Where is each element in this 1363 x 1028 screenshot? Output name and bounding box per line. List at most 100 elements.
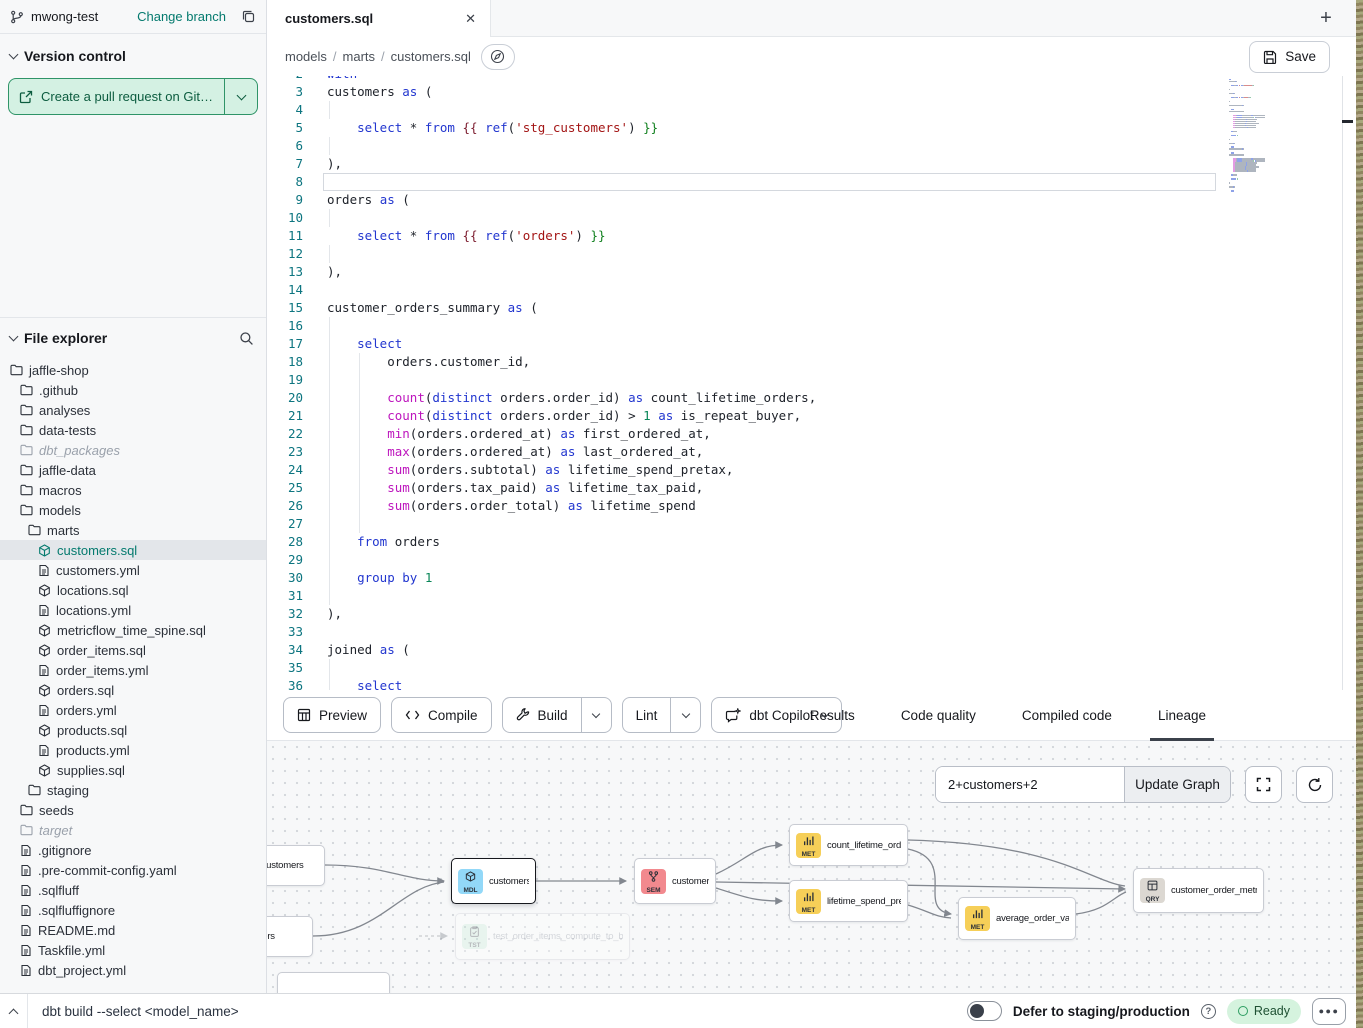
- tree-item-readme-md[interactable]: README.md: [0, 920, 266, 940]
- tab-code-quality[interactable]: Code quality: [901, 690, 976, 741]
- code-line-24[interactable]: 24 sum(orders.subtotal) as lifetime_spen…: [267, 461, 1356, 479]
- code-line-35[interactable]: 35: [267, 659, 1356, 677]
- tree-item--gitignore[interactable]: .gitignore: [0, 840, 266, 860]
- tree-item-models[interactable]: models: [0, 500, 266, 520]
- lineage-filter-input[interactable]: [936, 767, 1124, 802]
- create-pr-dropdown[interactable]: [224, 79, 257, 114]
- lineage-node-count-lifetime-orders[interactable]: METcount_lifetime_orders: [789, 824, 908, 866]
- defer-toggle[interactable]: [967, 1001, 1002, 1021]
- lineage-node-orders[interactable]: orders: [267, 916, 313, 957]
- tree-item-data-tests[interactable]: data-tests: [0, 420, 266, 440]
- build-button[interactable]: Build: [502, 697, 612, 733]
- lineage-panel[interactable]: stg_customersorders MDLcustomers TSTtest_o…: [267, 741, 1356, 993]
- file-search-button[interactable]: [239, 331, 254, 346]
- tree-item-jaffle-shop[interactable]: jaffle-shop: [0, 360, 266, 380]
- code-line-32[interactable]: 32),: [267, 605, 1356, 623]
- tree-item-locations-sql[interactable]: locations.sql: [0, 580, 266, 600]
- code-line-6[interactable]: 6: [267, 137, 1356, 155]
- tree-item--github[interactable]: .github: [0, 380, 266, 400]
- tree-item-orders-yml[interactable]: orders.yml: [0, 700, 266, 720]
- create-pr-main[interactable]: Create a pull request on Git…: [9, 79, 224, 114]
- lineage-node-customer-order-metrics[interactable]: QRYcustomer_order_metrics: [1133, 868, 1264, 913]
- code-line-30[interactable]: 30 group by 1: [267, 569, 1356, 587]
- close-icon[interactable]: ✕: [465, 11, 476, 27]
- scrollbar-marker[interactable]: [1342, 120, 1353, 123]
- tree-item-orders-sql[interactable]: orders.sql: [0, 680, 266, 700]
- code-line-3[interactable]: 3customers as (: [267, 83, 1356, 101]
- lineage-node-lifetime-spend-pretax[interactable]: METlifetime_spend_pretax: [789, 880, 908, 922]
- code-line-31[interactable]: 31: [267, 587, 1356, 605]
- overflow-menu-button[interactable]: ●●●: [1312, 998, 1346, 1025]
- code-line-27[interactable]: 27: [267, 515, 1356, 533]
- code-line-10[interactable]: 10: [267, 209, 1356, 227]
- code-line-33[interactable]: 33: [267, 623, 1356, 641]
- lineage-node-average-order-value[interactable]: METaverage_order_value: [958, 897, 1076, 940]
- code-line-29[interactable]: 29: [267, 551, 1356, 569]
- tree-item-dbt-packages[interactable]: dbt_packages: [0, 440, 266, 460]
- lineage-node-customers[interactable]: MDLcustomers: [451, 858, 536, 904]
- tree-item--pre-commit-config-yaml[interactable]: .pre-commit-config.yaml: [0, 860, 266, 880]
- new-tab-button[interactable]: +: [1312, 4, 1340, 32]
- code-line-16[interactable]: 16: [267, 317, 1356, 335]
- tree-item-order-items-sql[interactable]: order_items.sql: [0, 640, 266, 660]
- tree-item-macros[interactable]: macros: [0, 480, 266, 500]
- code-line-28[interactable]: 28 from orders: [267, 533, 1356, 551]
- lineage-node-partial[interactable]: [277, 972, 390, 993]
- code-line-5[interactable]: 5 select * from {{ ref('stg_customers') …: [267, 119, 1356, 137]
- code-line-23[interactable]: 23 max(orders.ordered_at) as last_ordere…: [267, 443, 1356, 461]
- tree-item-marts[interactable]: marts: [0, 520, 266, 540]
- tree-item-jaffle-data[interactable]: jaffle-data: [0, 460, 266, 480]
- copy-branch-button[interactable]: [241, 9, 256, 24]
- fullscreen-button[interactable]: [1245, 766, 1282, 803]
- version-control-header[interactable]: Version control: [0, 34, 266, 74]
- lineage-node-stg-customers[interactable]: stg_customers: [267, 845, 325, 886]
- code-line-13[interactable]: 13),: [267, 263, 1356, 281]
- code-line-4[interactable]: 4: [267, 101, 1356, 119]
- open-in-explorer-button[interactable]: [481, 44, 515, 70]
- tree-item-dbt-project-yml[interactable]: dbt_project.yml: [0, 960, 266, 980]
- code-line-9[interactable]: 9orders as (: [267, 191, 1356, 209]
- build-dropdown[interactable]: [581, 698, 611, 732]
- tree-item-metricflow-time-spine-sql[interactable]: metricflow_time_spine.sql: [0, 620, 266, 640]
- code-line-2[interactable]: 2with: [267, 76, 1356, 83]
- code-line-36[interactable]: 36 select: [267, 677, 1356, 690]
- code-line-22[interactable]: 22 min(orders.ordered_at) as first_order…: [267, 425, 1356, 443]
- preview-button[interactable]: Preview: [283, 697, 381, 733]
- collapse-command-bar-button[interactable]: [0, 994, 28, 1028]
- lineage-node-test-order-items-compute-to-bools-[interactable]: TSTtest_order_items_compute_to_bools...: [455, 913, 630, 960]
- command-input[interactable]: dbt build --select <model_name>: [42, 1004, 239, 1019]
- tab-results[interactable]: Results: [810, 690, 855, 741]
- code-line-17[interactable]: 17 select: [267, 335, 1356, 353]
- tree-item-staging[interactable]: staging: [0, 780, 266, 800]
- minimap[interactable]: [1229, 79, 1311, 194]
- tree-item-seeds[interactable]: seeds: [0, 800, 266, 820]
- code-line-15[interactable]: 15customer_orders_summary as (: [267, 299, 1356, 317]
- tree-item-taskfile-yml[interactable]: Taskfile.yml: [0, 940, 266, 960]
- code-line-25[interactable]: 25 sum(orders.tax_paid) as lifetime_tax_…: [267, 479, 1356, 497]
- code-line-8[interactable]: 8: [267, 173, 1356, 191]
- code-line-19[interactable]: 19: [267, 371, 1356, 389]
- compile-button[interactable]: Compile: [391, 697, 492, 733]
- tab-compiled-code[interactable]: Compiled code: [1022, 690, 1112, 741]
- code-line-11[interactable]: 11 select * from {{ ref('orders') }}: [267, 227, 1356, 245]
- code-line-20[interactable]: 20 count(distinct orders.order_id) as co…: [267, 389, 1356, 407]
- code-line-34[interactable]: 34joined as (: [267, 641, 1356, 659]
- lineage-node-customers[interactable]: SEMcustomers: [634, 858, 716, 904]
- code-editor[interactable]: 2with3customers as (45 select * from {{ …: [267, 76, 1356, 690]
- tree-item-products-yml[interactable]: products.yml: [0, 740, 266, 760]
- tree-item-order-items-yml[interactable]: order_items.yml: [0, 660, 266, 680]
- tree-item--sqlfluff[interactable]: .sqlfluff: [0, 880, 266, 900]
- code-line-21[interactable]: 21 count(distinct orders.order_id) > 1 a…: [267, 407, 1356, 425]
- tree-item-analyses[interactable]: analyses: [0, 400, 266, 420]
- tab-customers-sql[interactable]: customers.sql ✕: [267, 0, 491, 37]
- change-branch-link[interactable]: Change branch: [137, 9, 226, 24]
- tab-lineage[interactable]: Lineage: [1158, 690, 1206, 741]
- refresh-button[interactable]: [1296, 766, 1333, 803]
- tree-item-customers-sql[interactable]: customers.sql: [0, 540, 266, 560]
- tree-item-products-sql[interactable]: products.sql: [0, 720, 266, 740]
- tree-item-supplies-sql[interactable]: supplies.sql: [0, 760, 266, 780]
- code-line-18[interactable]: 18 orders.customer_id,: [267, 353, 1356, 371]
- code-line-26[interactable]: 26 sum(orders.order_total) as lifetime_s…: [267, 497, 1356, 515]
- lint-dropdown[interactable]: [670, 698, 700, 732]
- file-explorer-header[interactable]: File explorer: [0, 317, 266, 354]
